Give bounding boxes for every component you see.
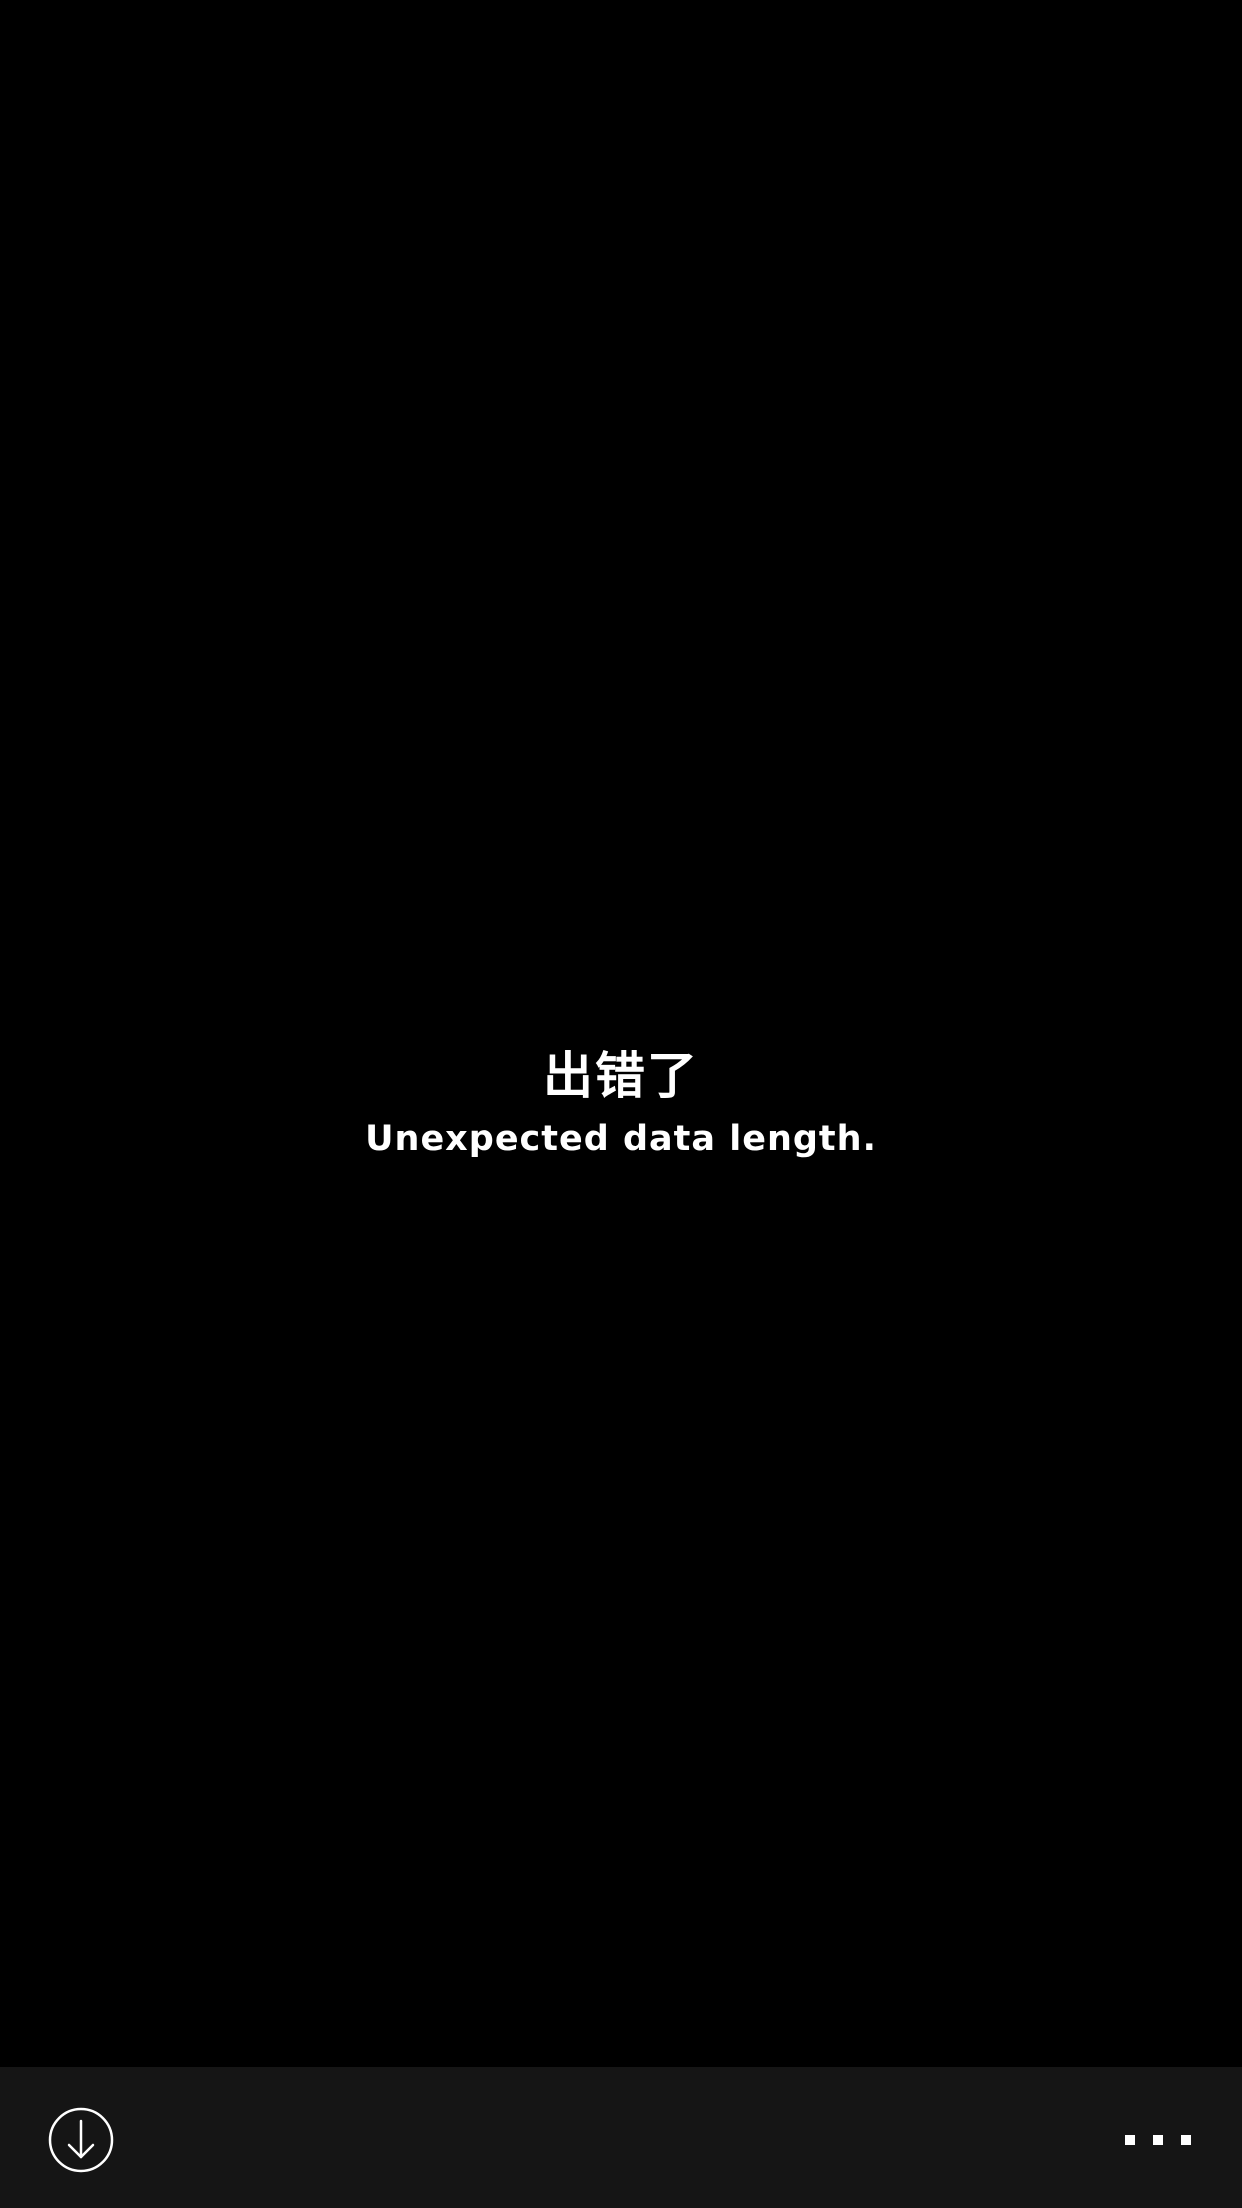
error-title: 出错了 bbox=[543, 1047, 699, 1105]
more-options-button[interactable] bbox=[1118, 2120, 1198, 2160]
download-circle-icon bbox=[48, 2107, 114, 2173]
content-viewer: 出错了 Unexpected data length. bbox=[0, 0, 1242, 2067]
download-button[interactable] bbox=[48, 2107, 114, 2173]
more-dots-icon bbox=[1125, 2135, 1191, 2145]
error-message-container: 出错了 Unexpected data length. bbox=[0, 1040, 1242, 1164]
bottom-toolbar bbox=[0, 2067, 1242, 2208]
error-description: Unexpected data length. bbox=[365, 1119, 877, 1159]
